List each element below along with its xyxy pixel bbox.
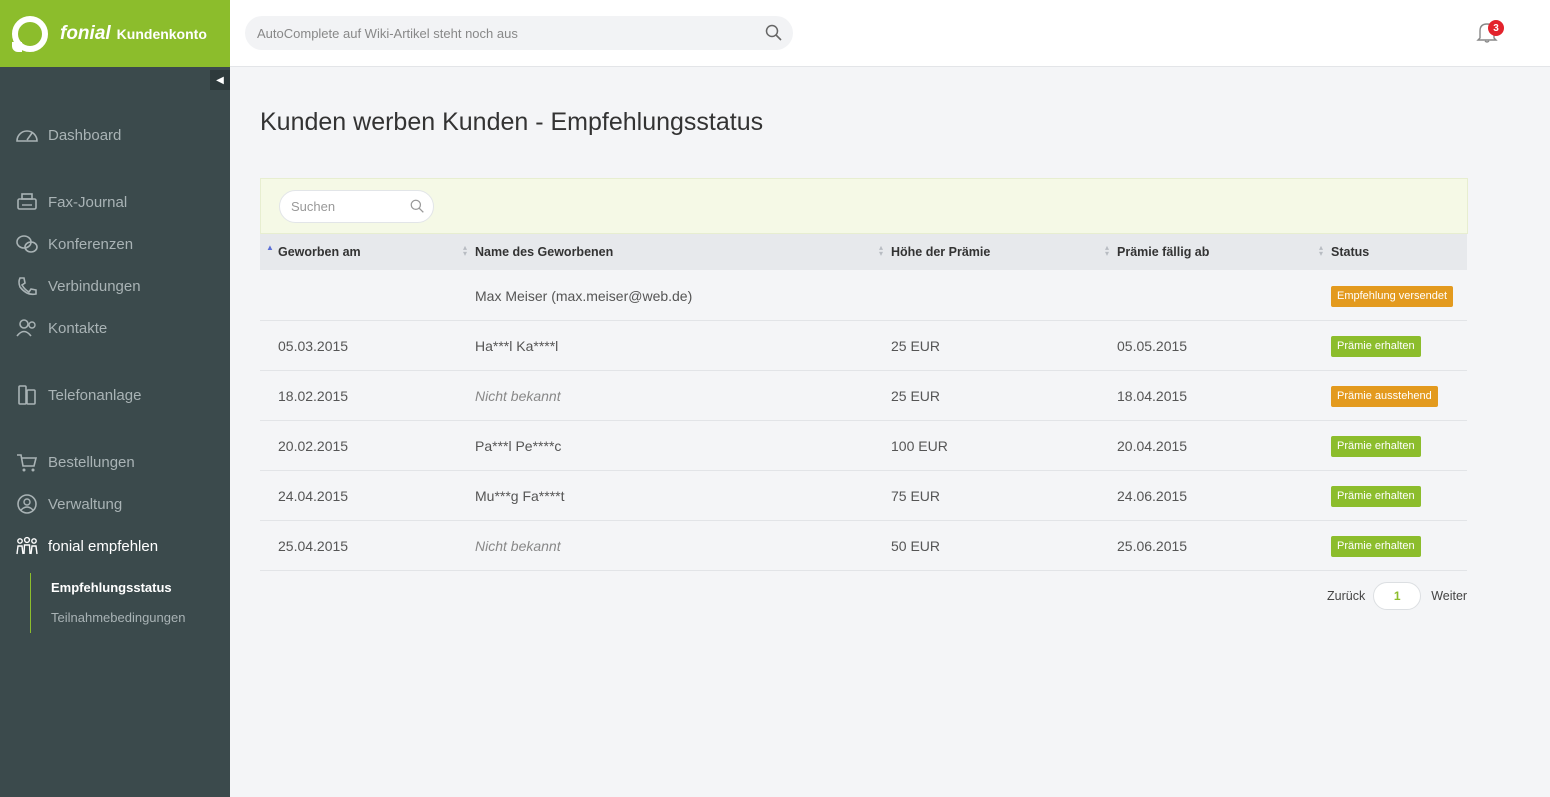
table-row: 25.04.2015 Nicht bekannt 50 EUR 25.06.2015 P… xyxy=(260,521,1467,571)
table-header: ▲ Geworben am ▴ ▾ Name des Geworbenen ▴ ▾ … xyxy=(260,234,1467,270)
brand-header[interactable]: fonial Kundenkonto xyxy=(0,0,230,67)
sidebar-item-label: Bestellungen xyxy=(48,453,135,471)
status-badge: Empfehlung versendet xyxy=(1331,286,1454,307)
table-row: 24.04.2015 Mu***g Fa****t 75 EUR 24.06.2015… xyxy=(260,471,1467,521)
wiki-search-input[interactable]: AutoComplete auf Wiki-Artikel steht noch… xyxy=(245,16,793,50)
cell-amount: 25 EUR xyxy=(891,338,941,354)
column-header-status[interactable]: Status xyxy=(1331,234,1369,270)
column-header-hoehe[interactable]: Höhe der Prämie xyxy=(891,234,990,270)
sort-icon[interactable]: ▴ ▾ xyxy=(879,244,883,258)
pagination-next[interactable]: Weiter xyxy=(1431,589,1467,603)
brand-name: fonial xyxy=(60,22,111,44)
subnav: Empfehlungsstatus Teilnahmebedingungen xyxy=(30,573,185,633)
phone-system-icon xyxy=(14,384,40,406)
collapse-sidebar-icon[interactable]: ◀ xyxy=(210,70,230,90)
table-row: 20.02.2015 Pa***l Pe****c 100 EUR 20.04.201… xyxy=(260,421,1467,471)
cart-icon xyxy=(14,451,40,473)
sidebar-item-fax-journal[interactable]: Fax-Journal xyxy=(0,187,230,217)
conference-icon xyxy=(14,233,40,255)
wiki-search-placeholder: AutoComplete auf Wiki-Artikel steht noch… xyxy=(257,25,518,41)
sidebar-item-kontakte[interactable]: Kontakte xyxy=(0,313,230,343)
sidebar-item-konferenzen[interactable]: Konferenzen xyxy=(0,229,230,259)
status-badge: Prämie erhalten xyxy=(1331,336,1421,357)
cell-date: 05.03.2015 xyxy=(278,338,349,354)
column-header-faellig[interactable]: Prämie fällig ab xyxy=(1117,234,1209,270)
cell-name: Nicht bekannt xyxy=(475,538,561,554)
column-header-geworben-am[interactable]: Geworben am xyxy=(278,234,361,270)
status-badge: Prämie erhalten xyxy=(1331,436,1421,457)
sidebar-item-label: Verbindungen xyxy=(48,277,141,295)
cell-amount: 50 EUR xyxy=(891,538,941,554)
search-icon[interactable] xyxy=(410,199,425,217)
dashboard-icon xyxy=(14,124,40,146)
subnav-item-empfehlungsstatus[interactable]: Empfehlungsstatus xyxy=(51,573,185,603)
cell-name: Nicht bekannt xyxy=(475,388,561,404)
sidebar-item-verbindungen[interactable]: Verbindungen xyxy=(0,271,230,301)
cell-amount: 100 EUR xyxy=(891,438,948,454)
sidebar-item-label: fonial empfehlen xyxy=(48,537,159,555)
table-search-input[interactable]: Suchen xyxy=(279,190,434,223)
cell-amount: 75 EUR xyxy=(891,488,941,504)
cell-date: 18.02.2015 xyxy=(278,388,349,404)
cell-date: 25.04.2015 xyxy=(278,538,349,554)
cell-due: 18.04.2015 xyxy=(1117,388,1188,404)
sort-icon[interactable]: ▴ ▾ xyxy=(1319,244,1323,258)
notification-badge[interactable]: 3 xyxy=(1488,20,1504,36)
cell-name: Mu***g Fa****t xyxy=(475,488,565,504)
sidebar: fonial Kundenkonto ◀ Dashboard Fax-Journ… xyxy=(0,0,230,797)
sidebar-item-dashboard[interactable]: Dashboard xyxy=(0,120,230,150)
sort-icon[interactable]: ▴ ▾ xyxy=(1105,244,1109,258)
phone-icon xyxy=(14,275,40,297)
brand-subtitle: Kundenkonto xyxy=(116,25,207,42)
topbar: AutoComplete auf Wiki-Artikel steht noch… xyxy=(230,0,1550,67)
cell-amount: 25 EUR xyxy=(891,388,941,404)
column-header-name[interactable]: Name des Geworbenen xyxy=(475,234,613,270)
sidebar-item-telefonanlage[interactable]: Telefonanlage xyxy=(0,380,230,410)
cell-date: 24.04.2015 xyxy=(278,488,349,504)
cell-date: 20.02.2015 xyxy=(278,438,349,454)
sidebar-item-verwaltung[interactable]: Verwaltung xyxy=(0,489,230,519)
sort-icon[interactable]: ▴ ▾ xyxy=(463,244,467,258)
status-badge: Prämie erhalten xyxy=(1331,536,1421,557)
fax-icon xyxy=(14,191,40,213)
pagination: Zurück 1 Weiter xyxy=(1327,582,1467,610)
status-badge: Prämie erhalten xyxy=(1331,486,1421,507)
table-row: 05.03.2015 Ha***l Ka****l 25 EUR 05.05.2015… xyxy=(260,321,1467,371)
sidebar-item-label: Dashboard xyxy=(48,126,122,144)
table-row: 18.02.2015 Nicht bekannt 25 EUR 18.04.2015 P… xyxy=(260,371,1467,421)
sidebar-item-bestellungen[interactable]: Bestellungen xyxy=(0,447,230,477)
filter-bar: Suchen xyxy=(260,178,1468,234)
people-icon xyxy=(14,535,40,557)
search-icon[interactable] xyxy=(765,24,783,45)
sidebar-item-label: Konferenzen xyxy=(48,235,134,253)
cell-due: 05.05.2015 xyxy=(1117,338,1188,354)
cell-name: Max Meiser (max.meiser@web.de) xyxy=(475,288,693,304)
cell-name: Pa***l Pe****c xyxy=(475,438,562,454)
status-badge: Prämie ausstehend xyxy=(1331,386,1438,407)
sort-asc-icon[interactable]: ▲ xyxy=(266,244,274,252)
cell-due: 20.04.2015 xyxy=(1117,438,1188,454)
fonial-logo-icon xyxy=(12,15,48,52)
sidebar-item-label: Fax-Journal xyxy=(48,193,128,211)
pagination-current-page[interactable]: 1 xyxy=(1373,582,1422,610)
sidebar-item-label: Verwaltung xyxy=(48,495,123,513)
sidebar-item-label: Telefonanlage xyxy=(48,386,142,404)
sidebar-item-label: Kontakte xyxy=(48,319,108,337)
cell-due: 25.06.2015 xyxy=(1117,538,1188,554)
contacts-icon xyxy=(14,317,40,339)
cell-due: 24.06.2015 xyxy=(1117,488,1188,504)
table-row: Max Meiser (max.meiser@web.de) Empfehlung… xyxy=(260,271,1467,321)
pagination-prev[interactable]: Zurück xyxy=(1327,589,1365,603)
sidebar-item-fonial-empfehlen[interactable]: fonial empfehlen xyxy=(0,531,230,561)
page-title: Kunden werben Kunden - Empfehlungsstatus xyxy=(260,108,764,136)
cell-name: Ha***l Ka****l xyxy=(475,338,559,354)
table-search-placeholder: Suchen xyxy=(291,199,336,214)
subnav-item-teilnahmebedingungen[interactable]: Teilnahmebedingungen xyxy=(51,603,185,633)
user-circle-icon xyxy=(14,493,40,515)
